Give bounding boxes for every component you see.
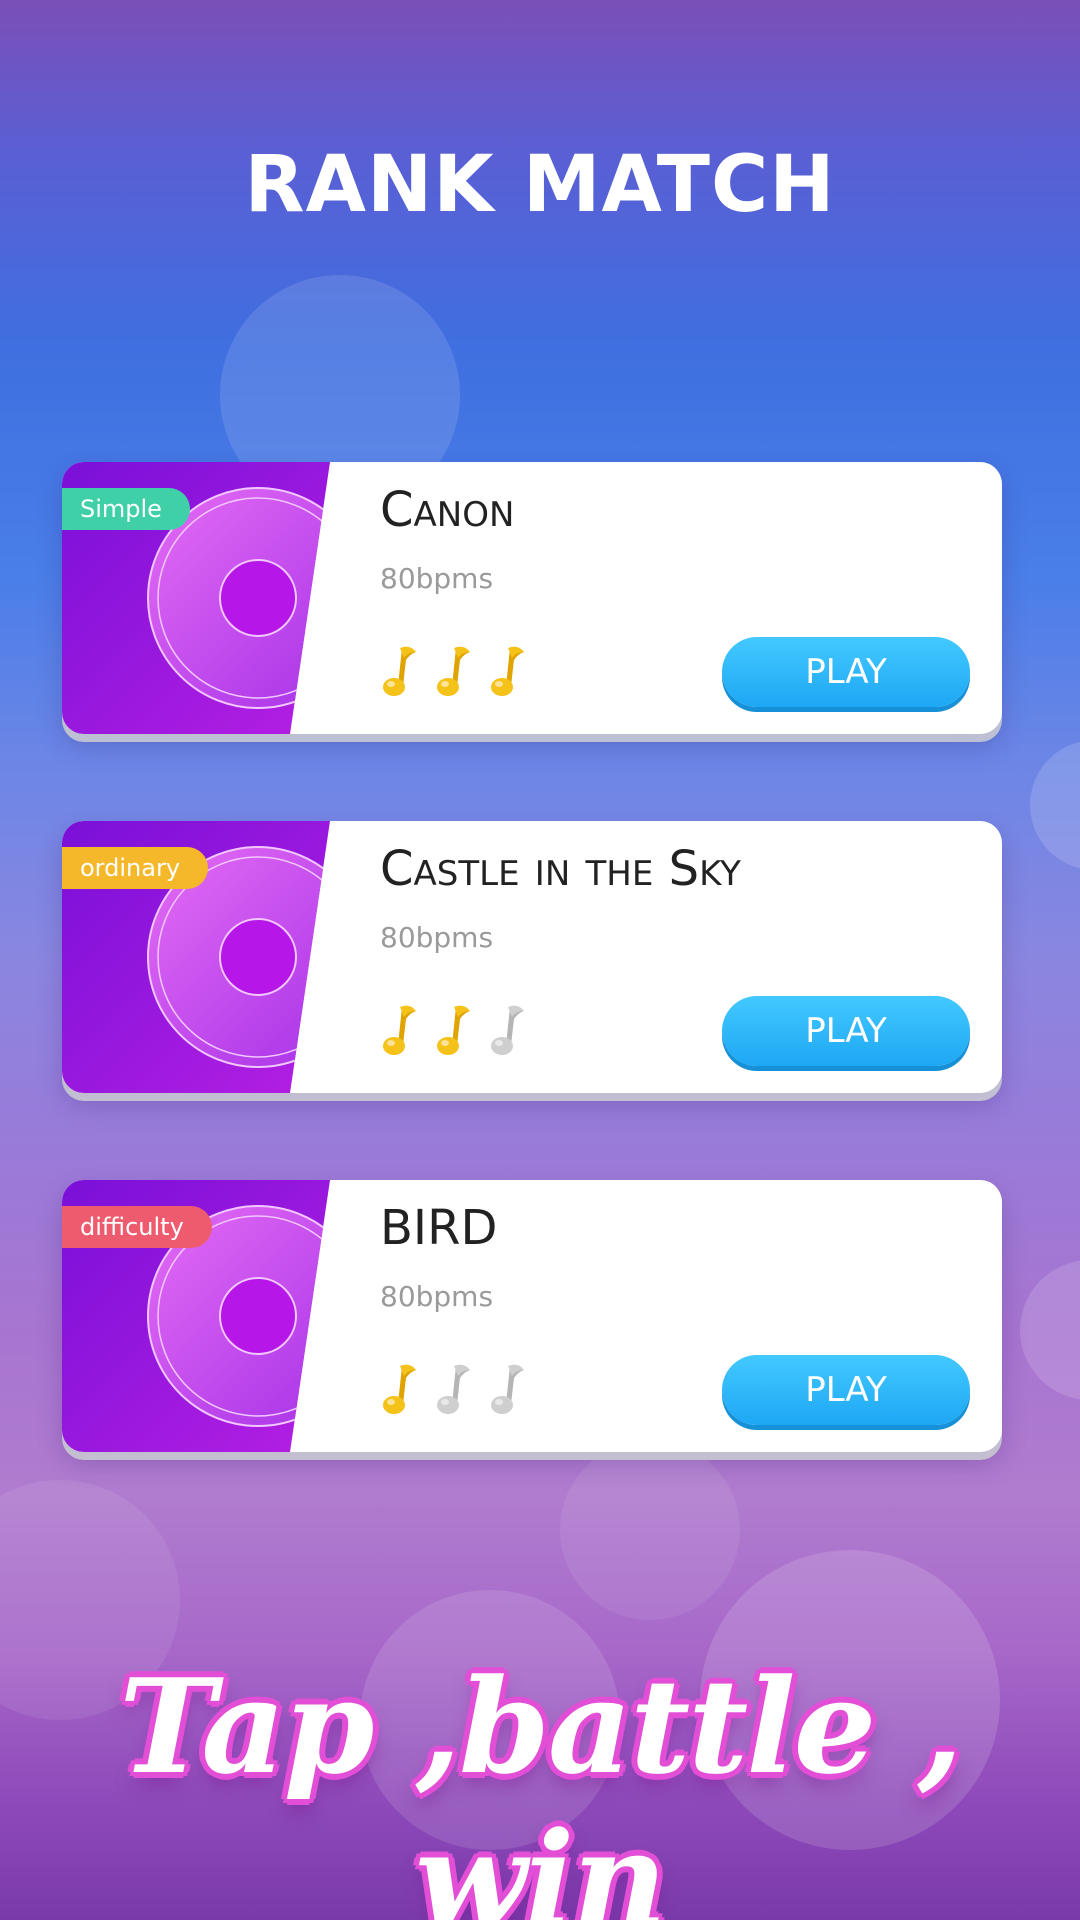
song-title: Canon [380, 482, 515, 538]
music-note-icon-filled [383, 646, 416, 696]
level-tag-simple: Simple [62, 488, 190, 530]
music-note-icon-empty [437, 1364, 470, 1414]
level-tag-difficulty: difficulty [62, 1206, 212, 1248]
music-note-icon-filled [383, 1364, 416, 1414]
play-button[interactable]: PLAY [722, 637, 970, 707]
music-note-icon-empty [491, 1364, 524, 1414]
bokeh-decoration [560, 1440, 740, 1620]
page-title: RANK MATCH [244, 140, 836, 230]
song-title: Castle in the Sky [380, 841, 741, 897]
play-button[interactable]: PLAY [722, 1355, 970, 1425]
song-card: ordinary Castle in the Sky 80bpms PLAY [62, 821, 1002, 1093]
bokeh-decoration [1020, 1260, 1080, 1400]
music-note-icon-filled [437, 646, 470, 696]
song-bpm: 80bpms [380, 562, 494, 595]
music-note-icon-filled [491, 646, 524, 696]
play-button[interactable]: PLAY [722, 996, 970, 1066]
song-title: BIRD [380, 1200, 498, 1256]
bokeh-decoration [1030, 740, 1080, 870]
level-tag-ordinary: ordinary [62, 847, 209, 889]
song-bpm: 80bpms [380, 921, 494, 954]
music-note-icon-filled [383, 1005, 416, 1055]
slogan-text: Tap ,battle , win [119, 1650, 963, 1920]
song-card: Simple Canon 80bpms PLAY [62, 462, 1002, 734]
music-note-icon-filled [437, 1005, 470, 1055]
rank-match-screen: RANK MATCH Simple Canon 80bpms PLAY ordi… [0, 0, 1080, 1920]
song-bpm: 80bpms [380, 1280, 494, 1313]
song-card: difficulty BIRD 80bpms PLAY [62, 1180, 1002, 1452]
music-note-icon-empty [491, 1005, 524, 1055]
